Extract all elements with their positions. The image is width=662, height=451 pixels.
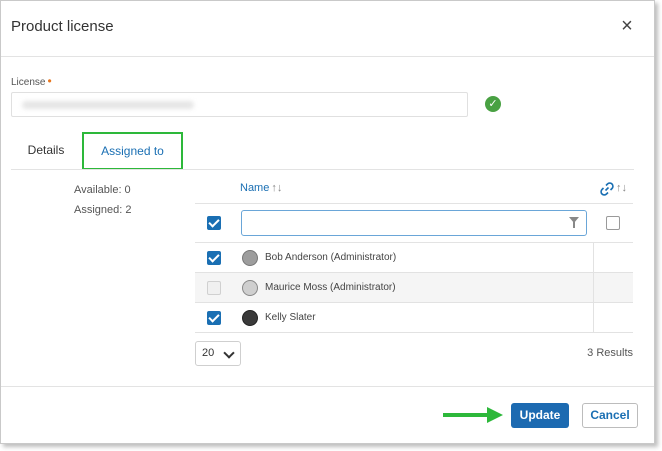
table-row[interactable]: Bob Anderson (Administrator) [195,243,633,273]
table-row[interactable]: Kelly Slater [195,303,633,333]
assigned-filter-checkbox[interactable] [606,216,620,230]
tab-assigned-to[interactable]: Assigned to [82,132,183,170]
header-divider [1,56,654,57]
table-row[interactable]: Maurice Moss (Administrator) [195,273,633,303]
available-count: Available: 0 [74,184,131,196]
chevron-down-icon [223,347,235,359]
avatar [242,280,258,296]
footer-divider [1,386,654,387]
required-marker: • [47,74,52,88]
assigned-count: Assigned: 2 [74,204,132,216]
sort-icon: ↑↓ [616,182,627,194]
page-size-select[interactable]: 20 [195,341,241,366]
row-checkbox[interactable] [207,251,221,265]
tab-details[interactable]: Details [16,132,76,168]
select-all-checkbox[interactable] [207,216,221,230]
row-checkbox [207,281,221,295]
user-name: Maurice Moss (Administrator) [265,282,396,293]
dialog-title: Product license [11,18,114,35]
cancel-button[interactable]: Cancel [582,403,638,428]
update-button[interactable]: Update [511,403,569,428]
user-name: Bob Anderson (Administrator) [265,252,397,263]
header-row-divider [195,203,633,204]
row-checkbox[interactable] [207,311,221,325]
user-name: Kelly Slater [265,312,316,323]
arrow-right-icon [443,407,503,423]
sort-icon: ↑↓ [271,182,283,194]
avatar [242,310,258,326]
close-icon[interactable]: × [616,15,638,37]
link-icon [600,182,614,196]
license-label: License • [11,74,52,88]
redacted-license-key [22,101,194,109]
assigned-column-header[interactable]: ↑↓ [599,181,633,197]
avatar [242,250,258,266]
license-input[interactable] [11,92,468,117]
check-circle-icon: ✓ [485,96,501,112]
tabs-divider [11,169,634,170]
name-filter-input[interactable] [241,210,587,236]
funnel-icon [569,217,579,228]
results-count: 3 Results [587,347,633,359]
product-license-dialog: Product license × License • ✓ Details Ass… [0,0,655,444]
name-column-header[interactable]: Name ↑↓ [240,182,282,194]
